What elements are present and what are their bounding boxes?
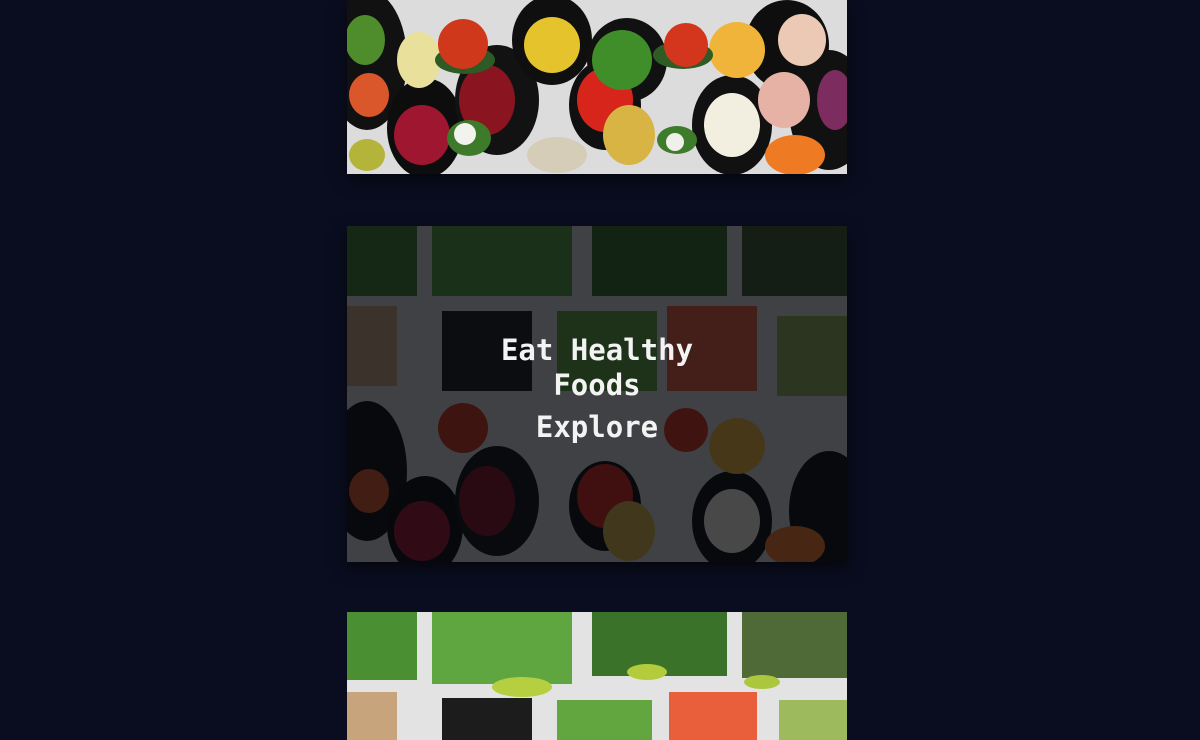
salad-greens-photo [347,612,847,740]
explore-link[interactable]: Explore [536,409,658,445]
card-title: Eat Healthy Foods [500,333,694,402]
food-feature-card[interactable]: Eat Healthy Foods Explore [347,226,847,562]
card-overlay: Eat Healthy Foods Explore [347,226,847,562]
food-image-card-top [347,0,847,174]
food-image-card-bottom [347,612,847,740]
vegetable-bowls-photo [347,0,847,174]
